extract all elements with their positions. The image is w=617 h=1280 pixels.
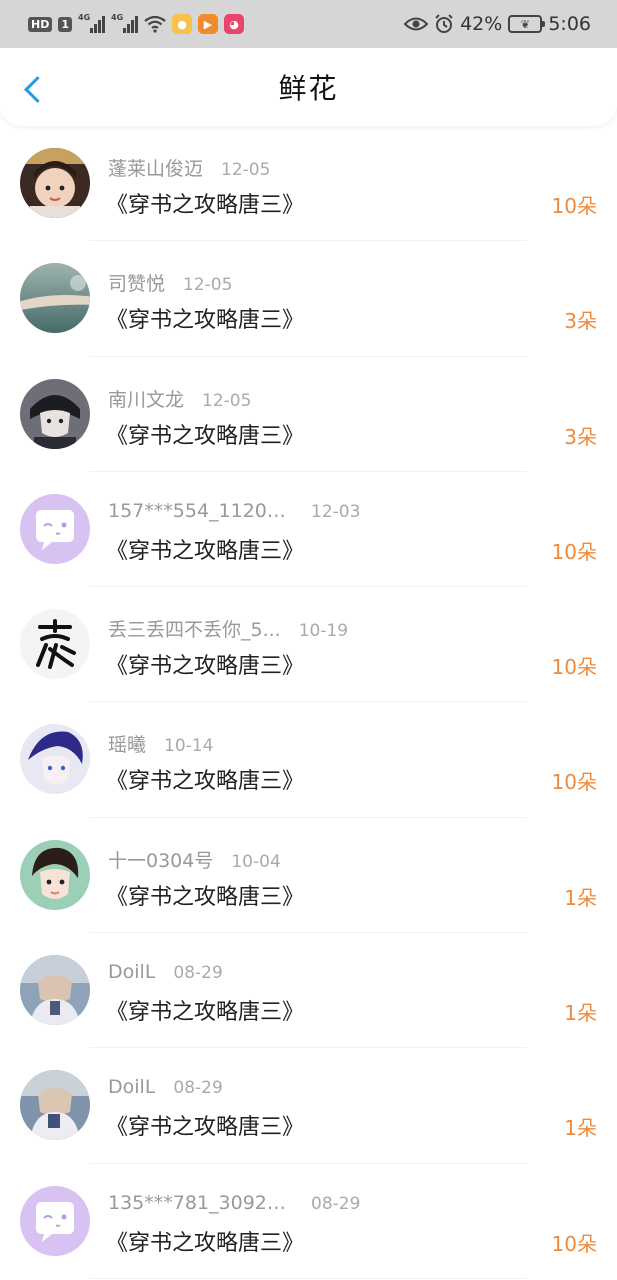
gift-date: 12-05 bbox=[202, 390, 252, 411]
back-chevron-left-icon[interactable] bbox=[22, 74, 46, 104]
flower-count: 10朵 bbox=[551, 1231, 597, 1256]
book-title: 《穿书之攻略唐三》 bbox=[106, 193, 305, 218]
list-item[interactable]: 十一0304号 10-04 《穿书之攻略唐三》 1朵 bbox=[0, 818, 617, 934]
list-item[interactable]: 135***781_30929... 08-29 《穿书之攻略唐三》 10朵 bbox=[0, 1164, 617, 1279]
book-title: 《穿书之攻略唐三》 bbox=[106, 769, 305, 795]
avatar[interactable] bbox=[20, 955, 90, 1026]
item-meta: 蓬莱山俊迈 12-05 bbox=[108, 154, 270, 181]
user-name[interactable]: DoilL bbox=[108, 1076, 155, 1098]
gift-date: 12-03 bbox=[311, 501, 361, 522]
flower-count: 1朵 bbox=[564, 1001, 597, 1026]
gift-date: 08-29 bbox=[311, 1193, 361, 1214]
battery-icon: ❦ bbox=[508, 15, 546, 33]
avatar[interactable] bbox=[20, 839, 90, 910]
gift-date: 12-05 bbox=[183, 275, 233, 296]
signal-icon-2: 4G bbox=[111, 13, 138, 33]
alarm-icon bbox=[435, 14, 453, 33]
book-title: 《穿书之攻略唐三》 bbox=[106, 538, 305, 564]
status-right: 42% ❦ 5:06 bbox=[404, 13, 591, 35]
book-title: 《穿书之攻略唐三》 bbox=[106, 884, 305, 910]
leaf-icon: ❦ bbox=[520, 17, 530, 31]
flower-count: 10朵 bbox=[551, 655, 597, 680]
pink-app-icon: ◕ bbox=[224, 14, 244, 34]
list-item[interactable]: 157***554_11209... 12-03 《穿书之攻略唐三》 10朵 bbox=[0, 472, 617, 588]
book-title: 《穿书之攻略唐三》 bbox=[106, 308, 305, 334]
item-meta: DoilL 08-29 bbox=[108, 1076, 223, 1098]
list-item[interactable]: 南川文龙 12-05 《穿书之攻略唐三》 3朵 bbox=[0, 357, 617, 472]
gift-date: 12-05 bbox=[221, 160, 271, 180]
list-item[interactable]: 蓬莱山俊迈 12-05 《穿书之攻略唐三》 10朵 bbox=[0, 126, 617, 242]
item-meta: 157***554_11209... 12-03 bbox=[108, 500, 360, 522]
user-name[interactable]: 十一0304号 bbox=[108, 846, 213, 873]
flower-list: 蓬莱山俊迈 12-05 《穿书之攻略唐三》 10朵 司赞悦 12-05 《穿书之攻略唐三》 3… bbox=[0, 126, 617, 1279]
weibo-app-icon: ● bbox=[172, 14, 192, 34]
page-header: 鲜花 bbox=[0, 48, 617, 126]
battery-percent: 42% bbox=[460, 13, 503, 35]
avatar[interactable] bbox=[20, 148, 90, 218]
item-meta: DoilL 08-29 bbox=[108, 961, 223, 983]
book-title: 《穿书之攻略唐三》 bbox=[106, 1000, 305, 1026]
flower-count: 10朵 bbox=[551, 539, 597, 564]
book-title: 《穿书之攻略唐三》 bbox=[106, 1115, 305, 1141]
book-title: 《穿书之攻略唐三》 bbox=[106, 1230, 305, 1256]
status-left: HD 1 4G 4G ● ▶ ◕ bbox=[28, 13, 244, 34]
sim-badge: 1 bbox=[58, 16, 72, 32]
gift-date: 10-04 bbox=[231, 851, 281, 872]
item-meta: 瑶曦 10-14 bbox=[108, 730, 213, 757]
avatar[interactable] bbox=[20, 1185, 90, 1256]
flower-count: 1朵 bbox=[564, 885, 597, 910]
divider bbox=[90, 1277, 527, 1279]
video-app-icon: ▶ bbox=[198, 14, 218, 34]
item-meta: 司赞悦 12-05 bbox=[108, 269, 232, 296]
user-name[interactable]: 蓬莱山俊迈 bbox=[108, 154, 203, 181]
user-name[interactable]: 丢三丢四不丢你_5... bbox=[108, 615, 281, 642]
book-title: 《穿书之攻略唐三》 bbox=[106, 654, 305, 680]
avatar[interactable] bbox=[20, 263, 90, 334]
user-name[interactable]: DoilL bbox=[108, 961, 155, 983]
list-item[interactable]: 丢三丢四不丢你_5... 10-19 《穿书之攻略唐三》 10朵 bbox=[0, 587, 617, 703]
user-name[interactable]: 南川文龙 bbox=[108, 385, 184, 412]
flower-count: 1朵 bbox=[564, 1116, 597, 1141]
eye-icon bbox=[404, 17, 429, 31]
user-name[interactable]: 司赞悦 bbox=[108, 269, 165, 296]
item-meta: 十一0304号 10-04 bbox=[108, 846, 281, 873]
gift-date: 10-19 bbox=[298, 621, 349, 642]
user-name[interactable]: 135***781_30929... bbox=[108, 1192, 293, 1214]
gift-date: 08-29 bbox=[173, 1078, 223, 1099]
hd-badge: HD bbox=[28, 16, 53, 32]
flower-count: 3朵 bbox=[564, 424, 597, 449]
gift-date: 08-29 bbox=[173, 963, 223, 984]
wifi-icon bbox=[144, 15, 166, 33]
flower-count: 10朵 bbox=[551, 770, 597, 795]
list-item[interactable]: 瑶曦 10-14 《穿书之攻略唐三》 10朵 bbox=[0, 702, 617, 818]
list-item[interactable]: 司赞悦 12-05 《穿书之攻略唐三》 3朵 bbox=[0, 241, 617, 357]
signal-icon: 4G bbox=[78, 13, 105, 33]
user-name[interactable]: 157***554_11209... bbox=[108, 500, 293, 522]
flower-count: 10朵 bbox=[551, 194, 597, 218]
avatar[interactable] bbox=[20, 493, 90, 564]
clock: 5:06 bbox=[548, 13, 591, 35]
avatar[interactable] bbox=[20, 1070, 90, 1141]
page-title: 鲜花 bbox=[278, 72, 339, 105]
avatar[interactable] bbox=[20, 378, 90, 449]
avatar[interactable] bbox=[20, 609, 90, 680]
status-bar: HD 1 4G 4G ● ▶ ◕ 42% ❦ 5:06 bbox=[0, 0, 617, 48]
gift-date: 10-14 bbox=[164, 736, 214, 757]
user-name[interactable]: 瑶曦 bbox=[108, 730, 146, 757]
book-title: 《穿书之攻略唐三》 bbox=[106, 423, 305, 449]
list-item[interactable]: DoilL 08-29 《穿书之攻略唐三》 1朵 bbox=[0, 1048, 617, 1164]
list-item[interactable]: DoilL 08-29 《穿书之攻略唐三》 1朵 bbox=[0, 933, 617, 1049]
item-meta: 丢三丢四不丢你_5... 10-19 bbox=[108, 615, 348, 642]
item-meta: 135***781_30929... 08-29 bbox=[108, 1192, 360, 1214]
avatar[interactable] bbox=[20, 724, 90, 795]
item-meta: 南川文龙 12-05 bbox=[108, 385, 251, 412]
flower-count: 3朵 bbox=[564, 309, 597, 334]
